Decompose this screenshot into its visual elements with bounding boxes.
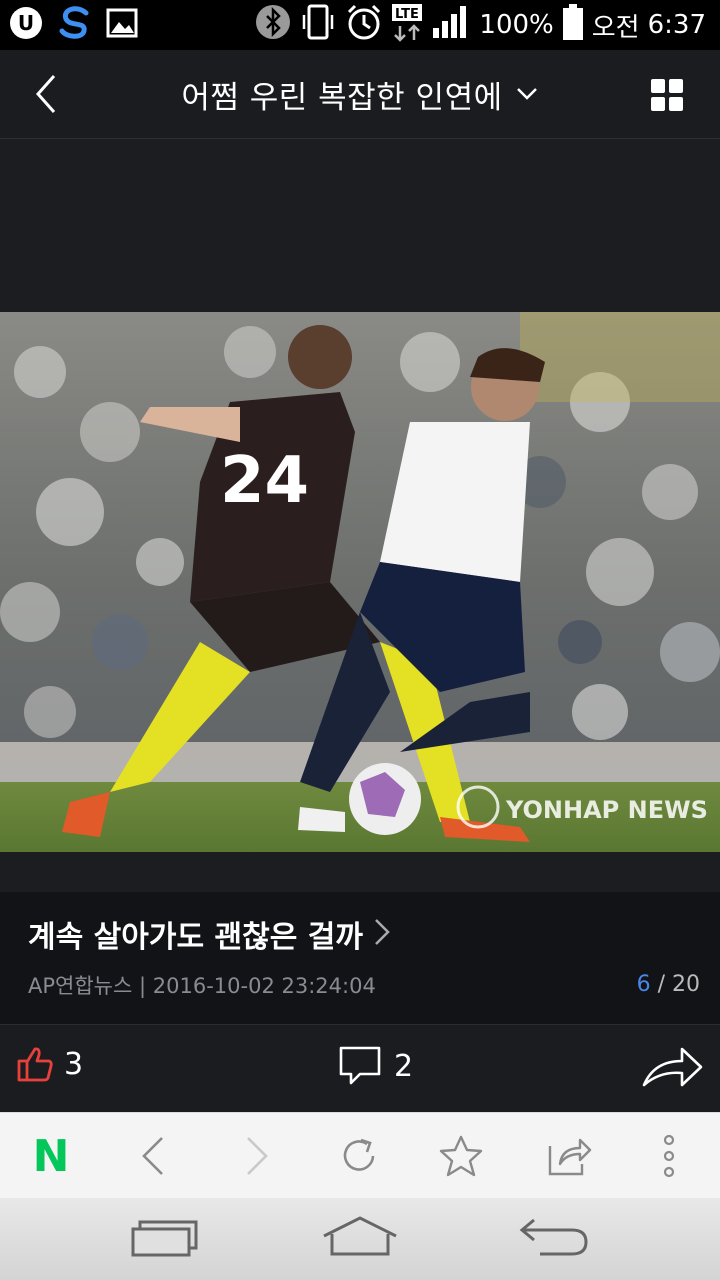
swing-app-icon <box>58 5 92 45</box>
alarm-icon <box>345 3 383 48</box>
grid-icon <box>651 79 683 111</box>
refresh-icon <box>343 1138 375 1171</box>
more-options-button[interactable] <box>634 1113 704 1199</box>
browser-toolbar: N <box>0 1112 720 1199</box>
share-button[interactable] <box>640 1043 704 1095</box>
clock-ampm: 오전 <box>591 12 640 43</box>
battery-percent: 100% <box>479 10 554 40</box>
pager-separator: / <box>650 972 672 997</box>
bookmark-button[interactable] <box>426 1113 496 1199</box>
football-photo-illustration: 24 YONHAP NEWS <box>0 312 720 852</box>
like-button[interactable]: 3 <box>16 1045 83 1083</box>
jersey-number: 24 <box>220 444 309 518</box>
home-icon <box>323 1216 397 1256</box>
app-header: 어쩜 우린 복잡한 인연에 <box>0 50 720 139</box>
share-icon <box>548 1138 592 1176</box>
reload-button[interactable] <box>324 1113 394 1199</box>
pager-current: 6 <box>636 972 651 997</box>
grid-view-button[interactable] <box>650 78 684 116</box>
system-back-button[interactable] <box>518 1216 590 1262</box>
home-button[interactable] <box>320 1214 400 1264</box>
browser-share-button[interactable] <box>534 1113 604 1199</box>
battery-icon <box>562 3 584 48</box>
back-arrow-icon <box>519 1218 588 1256</box>
comment-count: 2 <box>394 1048 414 1084</box>
star-icon <box>439 1135 483 1177</box>
bluetooth-icon <box>255 4 291 47</box>
browser-back-button[interactable] <box>118 1113 188 1199</box>
article-meta: AP연합뉴스 | 2016-10-02 23:24:04 <box>28 970 376 1000</box>
clock-time: 6:37 <box>647 10 706 40</box>
bottom-spacer <box>0 852 720 892</box>
pager-total: 20 <box>672 972 700 997</box>
comment-button[interactable]: 2 <box>338 1045 413 1087</box>
article-title[interactable]: 계속 살아가도 괜찮은 걸까 <box>28 912 363 956</box>
more-vertical-icon <box>663 1134 675 1178</box>
vibrate-icon <box>299 3 337 48</box>
recent-apps-button[interactable] <box>130 1218 200 1262</box>
article-photo[interactable]: 24 YONHAP NEWS <box>0 312 720 852</box>
article-title-arrow[interactable] <box>372 916 392 952</box>
chevron-right-icon <box>375 919 390 945</box>
lte-icon: LTE <box>391 2 423 49</box>
top-spacer <box>0 139 720 312</box>
browser-forward-button[interactable] <box>222 1113 292 1199</box>
chevron-right-icon <box>247 1137 268 1175</box>
status-right-icons: LTE 100% 오전 6:37 <box>255 0 706 50</box>
thumbs-up-icon <box>17 1047 53 1082</box>
page-title: 어쩜 우린 복잡한 인연에 <box>181 79 503 116</box>
action-bar: 3 2 <box>0 1024 720 1113</box>
photo-watermark: YONHAP NEWS <box>505 796 708 824</box>
comment-icon <box>339 1046 381 1085</box>
article-date: 2016-10-02 23:24:04 <box>152 974 376 998</box>
meta-separator: | <box>139 974 153 998</box>
photo-pager: 6 / 20 <box>637 972 700 997</box>
title-dropdown[interactable]: 어쩜 우린 복잡한 인연에 <box>0 50 720 138</box>
status-left-icons: U <box>8 0 138 50</box>
chevron-down-icon <box>516 88 537 100</box>
like-count: 3 <box>64 1046 84 1082</box>
share-arrow-icon <box>642 1047 703 1087</box>
svg-text:LTE: LTE <box>395 7 419 22</box>
chevron-left-icon <box>142 1137 163 1175</box>
system-navigation-bar <box>0 1198 720 1280</box>
status-bar: U LTE 100% 오전 6:37 <box>0 0 720 50</box>
article-info: 계속 살아가도 괜찮은 걸까 AP연합뉴스 | 2016-10-02 23:24… <box>0 892 720 1024</box>
svg-text:U: U <box>18 11 34 35</box>
recent-apps-icon <box>131 1220 198 1257</box>
naver-home-button[interactable]: N <box>16 1113 86 1199</box>
article-source: AP연합뉴스 <box>28 974 133 998</box>
signal-icon <box>431 4 471 47</box>
gallery-icon <box>106 8 138 42</box>
uplus-icon: U <box>8 5 44 45</box>
naver-logo-icon: N <box>32 1130 70 1182</box>
